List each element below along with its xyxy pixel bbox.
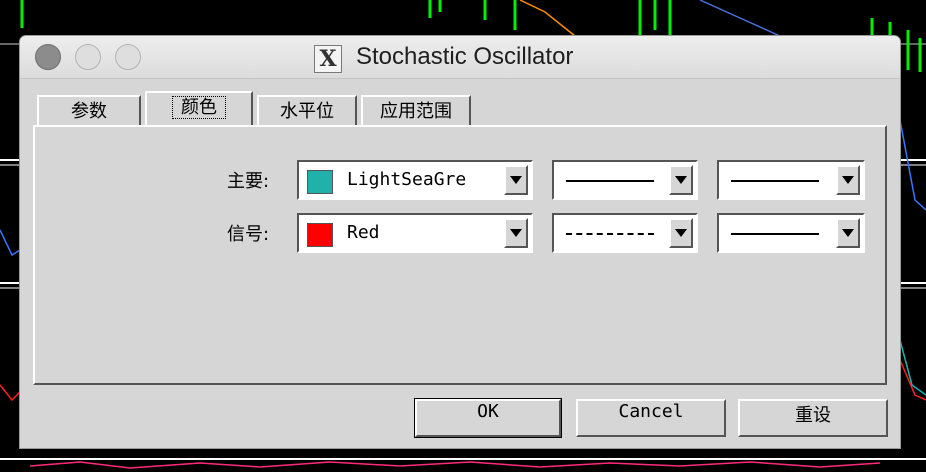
- x-window-icon: X: [314, 45, 342, 73]
- chevron-down-icon[interactable]: [669, 165, 693, 195]
- chevron-down-icon[interactable]: [504, 165, 528, 195]
- main-style-select[interactable]: [552, 160, 698, 200]
- tab-visualization[interactable]: 应用范围: [361, 95, 471, 125]
- close-window-button[interactable]: [35, 44, 61, 70]
- stochastic-oscillator-dialog: X Stochastic Oscillator 参数 颜色 水平位 应用范围 主…: [20, 36, 900, 448]
- title-bar: X Stochastic Oscillator: [20, 36, 900, 79]
- colors-panel: 主要: LightSeaGre 信号: Red: [33, 125, 887, 385]
- solid-line-preview: [566, 180, 654, 182]
- main-line-label: 主要:: [227, 171, 270, 192]
- minimize-window-button[interactable]: [75, 44, 101, 70]
- ok-button[interactable]: OK: [415, 399, 561, 437]
- signal-color-swatch: [307, 223, 333, 247]
- main-width-select[interactable]: [717, 160, 865, 200]
- main-color-swatch: [307, 170, 333, 194]
- chevron-down-icon[interactable]: [836, 165, 860, 195]
- tab-levels[interactable]: 水平位: [257, 95, 357, 125]
- window-title: Stochastic Oscillator: [356, 43, 574, 70]
- cancel-button[interactable]: Cancel: [576, 399, 726, 437]
- reset-button[interactable]: 重设: [738, 399, 888, 437]
- chevron-down-icon[interactable]: [836, 218, 860, 248]
- width-line-preview: [731, 180, 819, 182]
- width-line-preview: [731, 233, 819, 235]
- signal-width-select[interactable]: [717, 213, 865, 253]
- chevron-down-icon[interactable]: [504, 218, 528, 248]
- chevron-down-icon[interactable]: [669, 218, 693, 248]
- main-color-select[interactable]: LightSeaGre: [297, 160, 533, 200]
- tab-colors[interactable]: 颜色: [145, 91, 253, 125]
- dashed-line-preview: [566, 233, 654, 235]
- signal-line-label: 信号:: [227, 224, 270, 245]
- signal-color-select[interactable]: Red: [297, 213, 533, 253]
- main-color-name: LightSeaGre: [347, 169, 467, 190]
- signal-color-name: Red: [347, 222, 380, 243]
- tab-parameters[interactable]: 参数: [37, 95, 141, 125]
- signal-style-select[interactable]: [552, 213, 698, 253]
- maximize-window-button[interactable]: [115, 44, 141, 70]
